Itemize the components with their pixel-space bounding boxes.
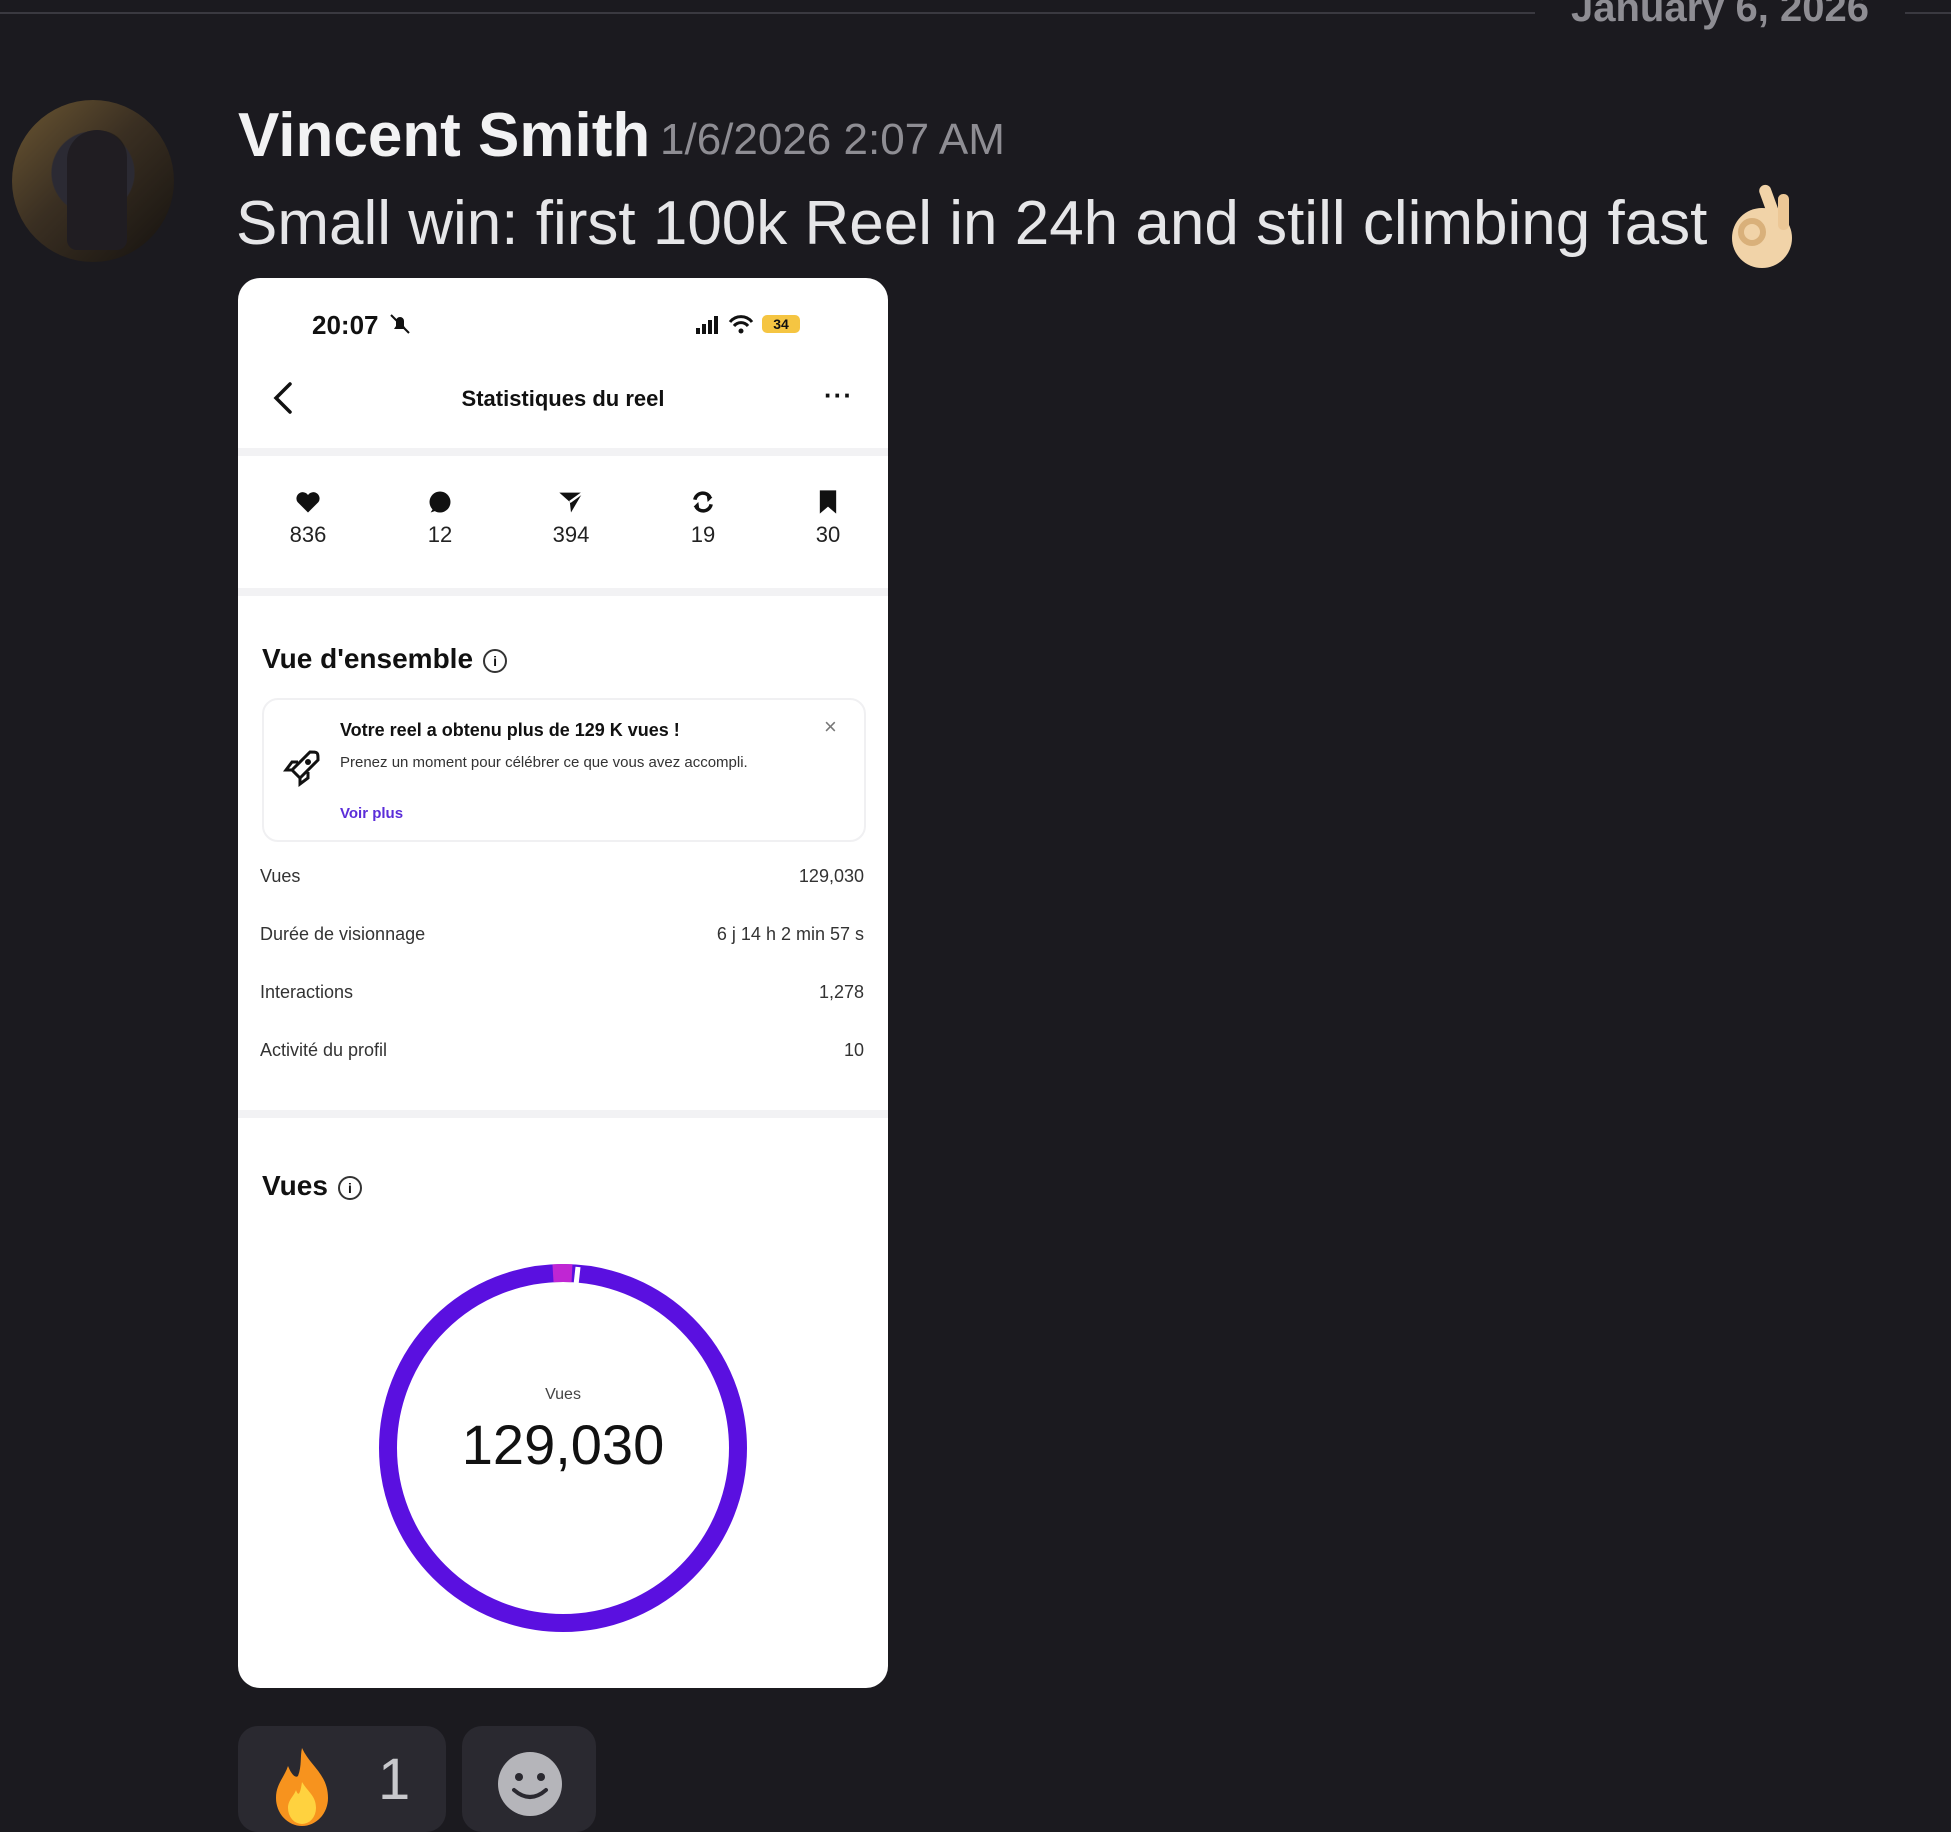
stat-comments: 12 bbox=[400, 488, 480, 548]
more-button[interactable]: ··· bbox=[824, 380, 853, 411]
separator bbox=[238, 448, 888, 456]
metric-row: Activité du profil 10 bbox=[260, 1040, 864, 1060]
milestone-notice: Votre reel a obtenu plus de 129 K vues !… bbox=[262, 698, 866, 842]
stat-saves: 30 bbox=[788, 488, 868, 548]
page-title: Statistiques du reel bbox=[461, 386, 665, 411]
fire-icon bbox=[276, 1748, 328, 1826]
ok-hand-icon bbox=[1732, 184, 1792, 268]
message-text: Small win: first 100k Reel in 24h and st… bbox=[236, 189, 1708, 258]
overview-title: Vue d'ensemble i bbox=[262, 643, 508, 675]
rocket-icon bbox=[283, 750, 320, 787]
divider-line-left bbox=[0, 12, 1535, 14]
username[interactable]: Vincent Smith bbox=[238, 100, 650, 171]
metric-row: Interactions 1,278 bbox=[260, 982, 864, 1002]
ring-label: Vues bbox=[545, 1386, 581, 1403]
status-bar-icons: 34 bbox=[696, 315, 800, 334]
message-timestamp: 1/6/2026 2:07 AM bbox=[660, 115, 1005, 164]
info-icon[interactable]: i bbox=[337, 1175, 362, 1200]
notice-title: Votre reel a obtenu plus de 129 K vues ! bbox=[340, 720, 680, 740]
separator bbox=[238, 1110, 888, 1118]
status-time: 20:07 bbox=[312, 310, 379, 340]
repost-icon bbox=[693, 491, 713, 513]
notice-body: Prenez un moment pour célébrer ce que vo… bbox=[340, 754, 748, 771]
separator bbox=[238, 588, 888, 596]
metric-row: Vues 129,030 bbox=[260, 866, 864, 886]
stat-shares: 394 bbox=[531, 488, 611, 548]
reaction-fire[interactable]: 1 bbox=[238, 1726, 446, 1832]
bookmark-icon bbox=[819, 490, 837, 514]
ring-value: 129,030 bbox=[461, 1413, 665, 1476]
avatar[interactable] bbox=[12, 100, 174, 262]
divider-line-right bbox=[1905, 12, 1951, 14]
battery-level: 34 bbox=[773, 316, 789, 332]
comment-icon bbox=[429, 491, 451, 513]
metric-row: Durée de visionnage 6 j 14 h 2 min 57 s bbox=[260, 924, 864, 944]
stat-reposts: 19 bbox=[663, 488, 743, 548]
views-title: Vues i bbox=[262, 1170, 362, 1202]
close-icon[interactable]: × bbox=[824, 714, 837, 740]
add-reaction-button[interactable] bbox=[462, 1726, 596, 1832]
stat-likes: 836 bbox=[268, 488, 348, 548]
heart-icon bbox=[296, 492, 320, 513]
share-icon bbox=[559, 491, 584, 513]
see-more-link[interactable]: Voir plus bbox=[340, 805, 403, 822]
reaction-count: 1 bbox=[378, 1747, 411, 1812]
bell-muted-icon bbox=[390, 314, 410, 334]
add-reaction-icon bbox=[498, 1752, 562, 1816]
image-attachment[interactable]: 20:07 34 Statistiques du reel ··· 836 12… bbox=[238, 278, 888, 1688]
date-divider: January 6, 2026 bbox=[1571, 0, 1869, 30]
info-icon[interactable]: i bbox=[483, 648, 508, 673]
